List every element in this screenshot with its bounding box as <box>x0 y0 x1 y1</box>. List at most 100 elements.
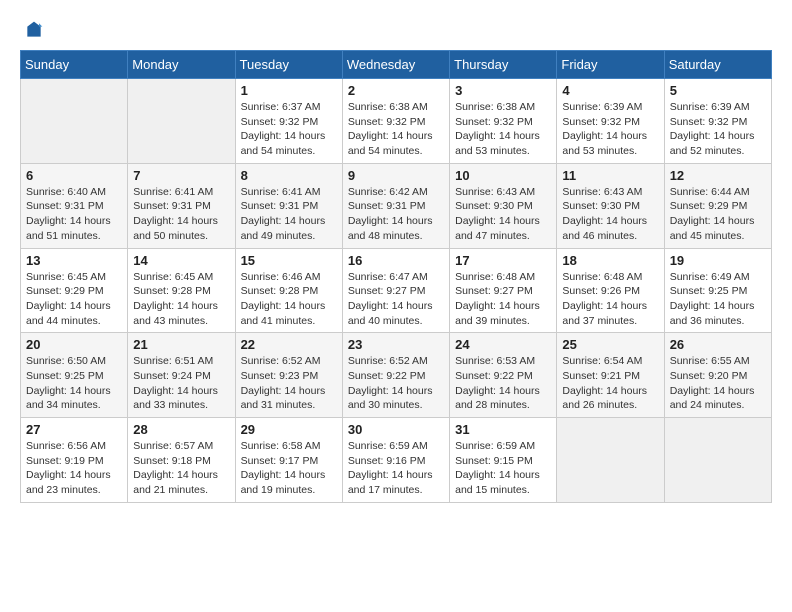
calendar-cell: 9 Sunrise: 6:42 AM Sunset: 9:31 PM Daylig… <box>342 163 449 248</box>
calendar-cell: 31 Sunrise: 6:59 AM Sunset: 9:15 PM Dayli… <box>450 418 557 503</box>
day-info: Sunrise: 6:52 AM Sunset: 9:22 PM Dayligh… <box>348 354 444 413</box>
day-number: 20 <box>26 337 122 352</box>
calendar-cell: 25 Sunrise: 6:54 AM Sunset: 9:21 PM Dayli… <box>557 333 664 418</box>
calendar-cell: 26 Sunrise: 6:55 AM Sunset: 9:20 PM Dayli… <box>664 333 771 418</box>
day-info: Sunrise: 6:45 AM Sunset: 9:28 PM Dayligh… <box>133 270 229 329</box>
day-number: 30 <box>348 422 444 437</box>
day-info: Sunrise: 6:38 AM Sunset: 9:32 PM Dayligh… <box>348 100 444 159</box>
calendar-cell: 7 Sunrise: 6:41 AM Sunset: 9:31 PM Daylig… <box>128 163 235 248</box>
calendar-cell: 11 Sunrise: 6:43 AM Sunset: 9:30 PM Dayli… <box>557 163 664 248</box>
calendar-cell: 27Sunrise: 6:56 AM Sunset: 9:19 PM Dayli… <box>21 418 128 503</box>
calendar-cell: 20 Sunrise: 6:50 AM Sunset: 9:25 PM Dayli… <box>21 333 128 418</box>
day-info: Sunrise: 6:46 AM Sunset: 9:28 PM Dayligh… <box>241 270 337 329</box>
weekday-header: Friday <box>557 51 664 79</box>
day-number: 11 <box>562 168 658 183</box>
day-info: Sunrise: 6:37 AM Sunset: 9:32 PM Dayligh… <box>241 100 337 159</box>
weekday-header: Thursday <box>450 51 557 79</box>
day-info: Sunrise: 6:47 AM Sunset: 9:27 PM Dayligh… <box>348 270 444 329</box>
calendar-cell: 15 Sunrise: 6:46 AM Sunset: 9:28 PM Dayli… <box>235 248 342 333</box>
weekday-header: Tuesday <box>235 51 342 79</box>
day-info: Sunrise: 6:52 AM Sunset: 9:23 PM Dayligh… <box>241 354 337 413</box>
day-number: 23 <box>348 337 444 352</box>
day-info: Sunrise: 6:39 AM Sunset: 9:32 PM Dayligh… <box>670 100 766 159</box>
calendar-cell: 23 Sunrise: 6:52 AM Sunset: 9:22 PM Dayli… <box>342 333 449 418</box>
calendar-cell <box>664 418 771 503</box>
calendar-cell: 24 Sunrise: 6:53 AM Sunset: 9:22 PM Dayli… <box>450 333 557 418</box>
day-info: Sunrise: 6:43 AM Sunset: 9:30 PM Dayligh… <box>455 185 551 244</box>
day-number: 15 <box>241 253 337 268</box>
day-number: 29 <box>241 422 337 437</box>
weekday-header: Wednesday <box>342 51 449 79</box>
calendar-week-row: 20 Sunrise: 6:50 AM Sunset: 9:25 PM Dayli… <box>21 333 772 418</box>
calendar-table: SundayMondayTuesdayWednesdayThursdayFrid… <box>20 50 772 503</box>
day-number: 12 <box>670 168 766 183</box>
calendar-week-row: 27Sunrise: 6:56 AM Sunset: 9:19 PM Dayli… <box>21 418 772 503</box>
day-info: Sunrise: 6:43 AM Sunset: 9:30 PM Dayligh… <box>562 185 658 244</box>
calendar-week-row: 1 Sunrise: 6:37 AM Sunset: 9:32 PM Daylig… <box>21 79 772 164</box>
day-number: 7 <box>133 168 229 183</box>
calendar-cell: 16Sunrise: 6:47 AM Sunset: 9:27 PM Dayli… <box>342 248 449 333</box>
day-number: 19 <box>670 253 766 268</box>
day-info: Sunrise: 6:57 AM Sunset: 9:18 PM Dayligh… <box>133 439 229 498</box>
day-info: Sunrise: 6:54 AM Sunset: 9:21 PM Dayligh… <box>562 354 658 413</box>
day-info: Sunrise: 6:42 AM Sunset: 9:31 PM Dayligh… <box>348 185 444 244</box>
calendar-cell: 13 Sunrise: 6:45 AM Sunset: 9:29 PM Dayli… <box>21 248 128 333</box>
day-number: 25 <box>562 337 658 352</box>
day-info: Sunrise: 6:50 AM Sunset: 9:25 PM Dayligh… <box>26 354 122 413</box>
calendar-cell: 2 Sunrise: 6:38 AM Sunset: 9:32 PM Daylig… <box>342 79 449 164</box>
day-number: 24 <box>455 337 551 352</box>
logo-icon <box>24 20 44 40</box>
calendar-cell: 8 Sunrise: 6:41 AM Sunset: 9:31 PM Daylig… <box>235 163 342 248</box>
day-info: Sunrise: 6:41 AM Sunset: 9:31 PM Dayligh… <box>241 185 337 244</box>
calendar-cell: 18 Sunrise: 6:48 AM Sunset: 9:26 PM Dayli… <box>557 248 664 333</box>
calendar-cell: 4Sunrise: 6:39 AM Sunset: 9:32 PM Daylig… <box>557 79 664 164</box>
calendar-cell: 1 Sunrise: 6:37 AM Sunset: 9:32 PM Daylig… <box>235 79 342 164</box>
day-number: 28 <box>133 422 229 437</box>
calendar-cell: 12 Sunrise: 6:44 AM Sunset: 9:29 PM Dayli… <box>664 163 771 248</box>
day-info: Sunrise: 6:40 AM Sunset: 9:31 PM Dayligh… <box>26 185 122 244</box>
day-info: Sunrise: 6:48 AM Sunset: 9:26 PM Dayligh… <box>562 270 658 329</box>
day-number: 1 <box>241 83 337 98</box>
day-info: Sunrise: 6:44 AM Sunset: 9:29 PM Dayligh… <box>670 185 766 244</box>
weekday-header: Monday <box>128 51 235 79</box>
day-number: 27 <box>26 422 122 437</box>
calendar-cell <box>21 79 128 164</box>
day-info: Sunrise: 6:45 AM Sunset: 9:29 PM Dayligh… <box>26 270 122 329</box>
day-number: 22 <box>241 337 337 352</box>
day-number: 2 <box>348 83 444 98</box>
day-info: Sunrise: 6:59 AM Sunset: 9:16 PM Dayligh… <box>348 439 444 498</box>
day-number: 9 <box>348 168 444 183</box>
calendar-cell: 14 Sunrise: 6:45 AM Sunset: 9:28 PM Dayli… <box>128 248 235 333</box>
day-info: Sunrise: 6:41 AM Sunset: 9:31 PM Dayligh… <box>133 185 229 244</box>
day-number: 3 <box>455 83 551 98</box>
day-number: 26 <box>670 337 766 352</box>
calendar-cell: 30 Sunrise: 6:59 AM Sunset: 9:16 PM Dayli… <box>342 418 449 503</box>
weekday-header-row: SundayMondayTuesdayWednesdayThursdayFrid… <box>21 51 772 79</box>
day-number: 5 <box>670 83 766 98</box>
day-number: 18 <box>562 253 658 268</box>
day-info: Sunrise: 6:55 AM Sunset: 9:20 PM Dayligh… <box>670 354 766 413</box>
calendar-week-row: 13 Sunrise: 6:45 AM Sunset: 9:29 PM Dayli… <box>21 248 772 333</box>
day-info: Sunrise: 6:51 AM Sunset: 9:24 PM Dayligh… <box>133 354 229 413</box>
day-number: 31 <box>455 422 551 437</box>
calendar-week-row: 6Sunrise: 6:40 AM Sunset: 9:31 PM Daylig… <box>21 163 772 248</box>
day-info: Sunrise: 6:48 AM Sunset: 9:27 PM Dayligh… <box>455 270 551 329</box>
calendar-cell: 21Sunrise: 6:51 AM Sunset: 9:24 PM Dayli… <box>128 333 235 418</box>
day-number: 8 <box>241 168 337 183</box>
calendar-cell <box>128 79 235 164</box>
day-info: Sunrise: 6:59 AM Sunset: 9:15 PM Dayligh… <box>455 439 551 498</box>
logo <box>20 20 44 40</box>
page-header <box>20 20 772 40</box>
day-info: Sunrise: 6:53 AM Sunset: 9:22 PM Dayligh… <box>455 354 551 413</box>
day-number: 17 <box>455 253 551 268</box>
day-info: Sunrise: 6:38 AM Sunset: 9:32 PM Dayligh… <box>455 100 551 159</box>
day-info: Sunrise: 6:49 AM Sunset: 9:25 PM Dayligh… <box>670 270 766 329</box>
day-number: 13 <box>26 253 122 268</box>
day-number: 10 <box>455 168 551 183</box>
day-number: 14 <box>133 253 229 268</box>
calendar-cell: 5 Sunrise: 6:39 AM Sunset: 9:32 PM Daylig… <box>664 79 771 164</box>
calendar-cell: 10 Sunrise: 6:43 AM Sunset: 9:30 PM Dayli… <box>450 163 557 248</box>
calendar-cell: 29Sunrise: 6:58 AM Sunset: 9:17 PM Dayli… <box>235 418 342 503</box>
calendar-cell: 6Sunrise: 6:40 AM Sunset: 9:31 PM Daylig… <box>21 163 128 248</box>
day-info: Sunrise: 6:39 AM Sunset: 9:32 PM Dayligh… <box>562 100 658 159</box>
